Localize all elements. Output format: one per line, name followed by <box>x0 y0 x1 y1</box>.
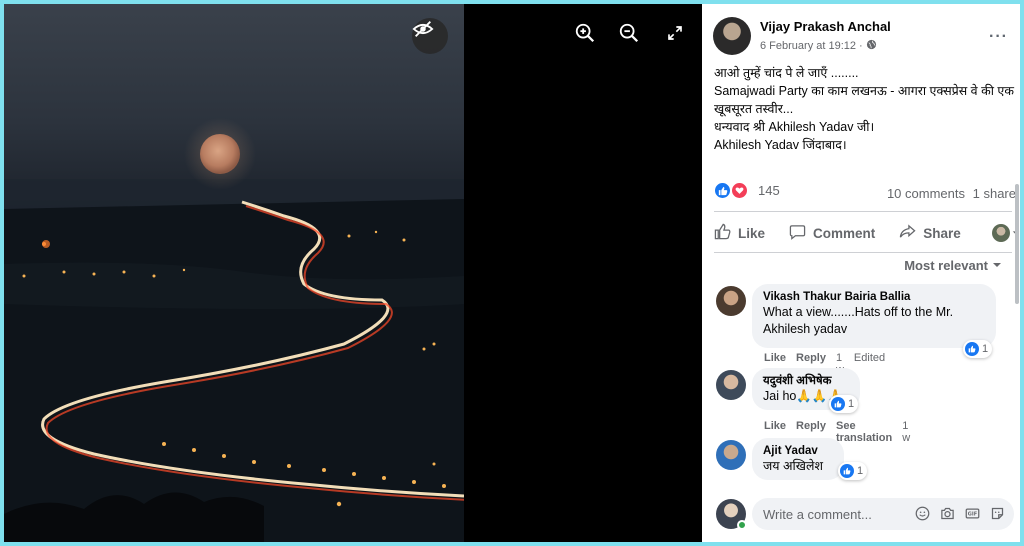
profile-mini-avatar <box>992 224 1010 242</box>
like-reaction-icon <box>714 182 731 199</box>
comment-bubble: Ajit Yadav जय अखिलेश <box>752 438 844 480</box>
post-text-line: धन्यवाद श्री Akhilesh Yadav जी। <box>714 120 875 134</box>
reaction-count[interactable]: 145 <box>758 183 780 198</box>
zoom-out-icon <box>618 22 640 49</box>
like-reaction-icon <box>840 464 854 478</box>
emoji-icon[interactable] <box>914 505 931 522</box>
reaction-count: 1 <box>982 343 989 355</box>
comment-input-box[interactable]: GIF <box>752 498 1014 530</box>
comment-sort-dropdown[interactable]: Most relevant <box>904 258 1002 273</box>
post-text-line: आओ तुम्हें चांद पे ले जाएँ ........ <box>714 66 859 80</box>
like-reaction-icon <box>965 342 979 356</box>
reaction-summary[interactable]: 145 <box>714 182 780 199</box>
commenter-avatar[interactable] <box>716 440 746 470</box>
viewer-toolbar <box>464 4 702 542</box>
zoom-out-button[interactable] <box>616 22 642 48</box>
share-button[interactable]: Share <box>899 223 961 243</box>
photo-viewer: Vijay Prakash Anchal 6 February at 19:12… <box>4 4 1020 542</box>
zoom-in-button[interactable] <box>572 22 598 48</box>
share-icon <box>899 223 916 243</box>
commenter-name[interactable]: Ajit Yadav <box>763 444 833 458</box>
comment-label: Comment <box>813 225 876 241</box>
like-reaction-icon <box>831 397 845 411</box>
post-time-text[interactable]: 6 February at 19:12 <box>760 40 856 52</box>
like-button[interactable]: Like <box>714 223 765 243</box>
reaction-count: 1 <box>857 465 864 477</box>
engagement-counts: 10 comments 1 share <box>883 186 1016 201</box>
gif-icon[interactable]: GIF <box>964 505 981 522</box>
comment-button[interactable]: Comment <box>789 223 875 243</box>
post-timestamp[interactable]: 6 February at 19:12 · <box>760 39 877 53</box>
comment-text: जय अखिलेश <box>763 459 823 473</box>
more-options-button[interactable]: ··· <box>989 28 1008 46</box>
photo[interactable] <box>4 4 464 542</box>
see-translation-link[interactable]: See translation <box>836 420 892 444</box>
globe-icon <box>866 39 877 53</box>
post-actions: Like Comment Share <box>714 218 1020 248</box>
divider <box>714 211 1012 212</box>
comments-count[interactable]: 10 comments <box>887 186 965 201</box>
comment-text: What a view.......Hats off to the Mr. Ak… <box>763 305 954 336</box>
post-text-line: Samajwadi Party का काम लखनऊ - आगरा एक्सप… <box>714 84 1014 116</box>
post-panel: Vijay Prakash Anchal 6 February at 19:12… <box>702 4 1020 542</box>
commenter-avatar[interactable] <box>716 370 746 400</box>
comment-reactions[interactable]: 1 <box>963 340 993 358</box>
commenter-name[interactable]: यदुवंशी अभिषेक <box>763 374 849 388</box>
post-text-line: Akhilesh Yadav जिंदाबाद। <box>714 138 847 152</box>
author-avatar[interactable] <box>713 17 751 55</box>
comment-composer: GIF <box>716 498 1014 530</box>
comment-bubble: Vikash Thakur Bairia Ballia What a view.… <box>752 284 996 348</box>
commenter-avatar[interactable] <box>716 286 746 316</box>
thumbs-up-icon <box>714 223 731 243</box>
comment-edited: Edited <box>853 352 886 364</box>
commenter-name[interactable]: Vikash Thakur Bairia Ballia <box>763 290 985 304</box>
comment-reactions[interactable]: 1 <box>838 462 868 480</box>
photo-scene <box>4 118 464 542</box>
caret-down-icon <box>992 258 1002 273</box>
panel-scrollbar[interactable] <box>1015 184 1019 304</box>
author-name[interactable]: Vijay Prakash Anchal <box>760 19 891 34</box>
fullscreen-button[interactable] <box>662 22 688 48</box>
share-label: Share <box>923 225 961 241</box>
comment-input[interactable] <box>763 506 913 522</box>
post-text: आओ तुम्हें चांद पे ले जाएँ ........ Sama… <box>714 64 1014 154</box>
hide-photo-button[interactable] <box>412 18 448 54</box>
svg-text:GIF: GIF <box>968 512 977 518</box>
love-reaction-icon <box>731 182 748 199</box>
zoom-in-icon <box>574 22 596 49</box>
fullscreen-icon <box>667 25 683 46</box>
online-status-dot <box>737 520 747 530</box>
camera-icon[interactable] <box>939 505 956 522</box>
comment-time[interactable]: 1 w <box>902 420 910 444</box>
reaction-count: 1 <box>848 398 855 410</box>
sort-label: Most relevant <box>904 258 988 273</box>
divider <box>714 252 1012 253</box>
shares-count[interactable]: 1 share <box>973 186 1016 201</box>
comment-reactions[interactable]: 1 <box>829 395 859 413</box>
comment-icon <box>789 223 806 243</box>
composer-tools: GIF <box>914 505 1006 522</box>
sticker-icon[interactable] <box>989 505 1006 522</box>
like-label: Like <box>738 225 766 241</box>
